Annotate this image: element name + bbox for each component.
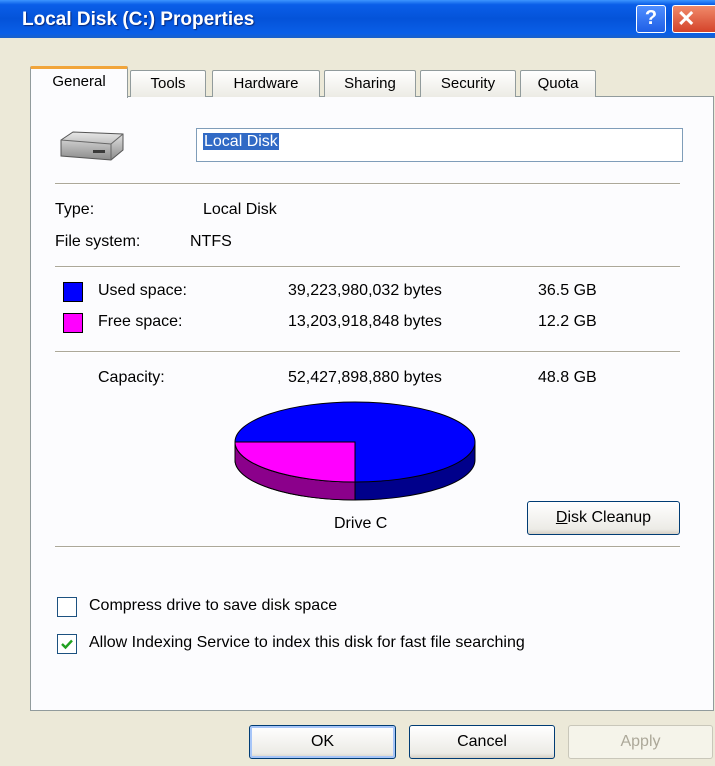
disk-cleanup-button[interactable]: Disk Cleanup [527, 501, 680, 535]
type-label: Type: [55, 201, 95, 218]
window-title: Local Disk (C:) Properties [22, 9, 255, 30]
tab-tools[interactable]: Tools [130, 70, 206, 97]
hard-drive-icon [60, 131, 124, 161]
cancel-button[interactable]: Cancel [409, 725, 555, 759]
capacity-gb: 48.8 GB [538, 369, 597, 386]
free-space-bytes: 13,203,918,848 bytes [288, 313, 442, 330]
tab-security[interactable]: Security [420, 70, 516, 97]
compress-label[interactable]: Compress drive to save disk space [89, 597, 337, 615]
ok-button[interactable]: OK [249, 725, 396, 759]
apply-button[interactable]: Apply [568, 725, 713, 759]
drive-label: Drive C [334, 515, 388, 532]
used-space-swatch [63, 282, 83, 302]
properties-window: Local Disk (C:) Properties ? ✕ General T… [0, 0, 715, 766]
tab-quota[interactable]: Quota [520, 70, 596, 97]
disk-usage-pie-chart [234, 401, 476, 501]
checkmark-icon [61, 639, 73, 650]
close-button[interactable]: ✕ [672, 5, 715, 33]
volume-name-text: Local Disk [203, 133, 279, 150]
help-icon: ? [644, 7, 658, 29]
tab-general[interactable]: General [30, 66, 128, 98]
free-space-label: Free space: [98, 313, 183, 330]
separator [55, 266, 680, 268]
free-space-gb: 12.2 GB [538, 313, 597, 330]
index-label[interactable]: Allow Indexing Service to index this dis… [89, 634, 525, 652]
type-value: Local Disk [203, 201, 277, 218]
capacity-label: Capacity: [98, 369, 165, 386]
volume-name-field[interactable]: Local Disk [196, 128, 683, 162]
separator [55, 351, 680, 353]
used-space-bytes: 39,223,980,032 bytes [288, 282, 442, 299]
separator [55, 546, 680, 548]
file-system-label: File system: [55, 233, 141, 250]
tab-sharing[interactable]: Sharing [324, 70, 416, 97]
close-icon: ✕ [677, 6, 696, 31]
index-checkbox[interactable] [57, 634, 77, 654]
title-bar[interactable]: Local Disk (C:) Properties ? ✕ [0, 0, 715, 38]
disk-cleanup-label: isk Cleanup [567, 509, 652, 526]
capacity-bytes: 52,427,898,880 bytes [288, 369, 442, 386]
used-space-label: Used space: [98, 282, 187, 299]
separator [55, 183, 680, 185]
help-button[interactable]: ? [636, 5, 666, 33]
tab-hardware[interactable]: Hardware [212, 70, 320, 97]
file-system-value: NTFS [190, 233, 232, 250]
free-space-swatch [63, 313, 83, 333]
compress-checkbox[interactable] [57, 597, 77, 617]
used-space-gb: 36.5 GB [538, 282, 597, 299]
